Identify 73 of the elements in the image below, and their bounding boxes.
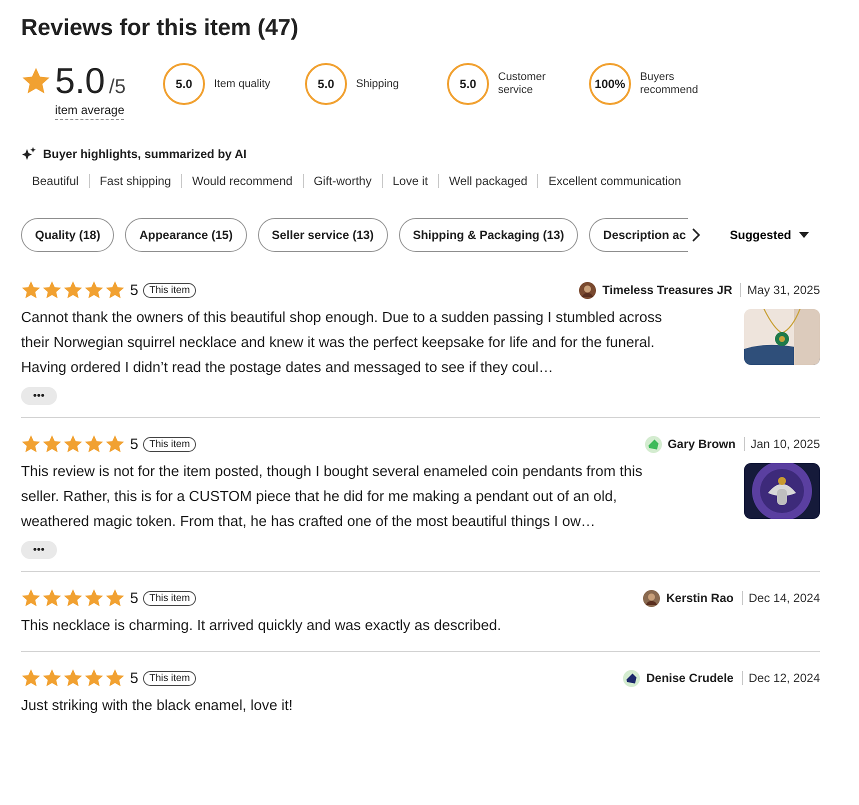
review-date: May 31, 2025 <box>747 283 820 297</box>
rating-number: 5 <box>130 590 138 606</box>
highlight-tag: Love it <box>382 174 438 188</box>
metric-score: 5.0 <box>447 63 489 105</box>
reviewer-name[interactable]: Denise Crudele <box>646 671 743 685</box>
highlight-tag: Well packaged <box>438 174 538 188</box>
star-icon <box>21 588 41 608</box>
average-label[interactable]: item average <box>55 103 124 120</box>
star-icon <box>42 588 62 608</box>
caret-icon <box>799 232 810 238</box>
sort-dropdown[interactable]: Suggested <box>724 227 816 243</box>
avatar-icon <box>644 436 662 452</box>
review-text: This review is not for the item posted, though I bought several enameled coin pendants from this seller. Rather, this is for a CUSTOM piece that he did for me making a pendant out of an old, weathered magic token. From that, he has crafted one of the most beautiful things I ow… <box>21 463 644 532</box>
star-icon <box>63 280 83 300</box>
star-icon <box>42 434 62 454</box>
highlight-tag: Gift-worthy <box>302 174 382 188</box>
avatar-icon <box>623 670 640 686</box>
star-icon <box>84 588 104 608</box>
review-text: Just striking with the black enamel, love it! <box>21 697 294 716</box>
rating-scale: /5 <box>109 76 126 99</box>
metric-score: 5.0 <box>305 63 347 105</box>
item-badge: This item <box>143 590 196 606</box>
highlight-tag: Fast shipping <box>88 174 182 188</box>
star-icon <box>84 280 104 300</box>
filter-chip[interactable]: Quality (18) <box>21 218 114 252</box>
metric-score: 5.0 <box>163 63 205 105</box>
highlight-tag: Excellent communication <box>537 174 692 188</box>
metric-label: Customer service <box>498 71 547 97</box>
filter-chip[interactable]: Appearance (15) <box>125 218 247 252</box>
star-icon <box>105 588 125 608</box>
sparkle-icon <box>21 146 37 162</box>
star-icon <box>84 434 104 454</box>
star-icon <box>63 668 83 688</box>
review-text: Cannot thank the owners of this beautiful shop enough. Due to a sudden passing I stumbled across their Norwegian squirrel necklace and knew it was the perfect keepsake for life and for the funeral. Having ordered I didn’t read the postage dates and messaged to see if they coul… <box>21 309 663 378</box>
metric-label: Item quality <box>214 78 272 90</box>
metric-score: 100% <box>589 63 631 105</box>
filter-chip[interactable]: Seller service (13) <box>258 218 388 252</box>
star-icon <box>21 668 41 688</box>
star-icon <box>105 434 125 454</box>
highlights-heading: Buyer highlights, summarized by AI <box>43 147 247 161</box>
review-date: Jan 10, 2025 <box>750 437 820 451</box>
item-badge: This item <box>143 282 196 298</box>
star-icon <box>105 668 125 688</box>
reviewer-name[interactable]: Timeless Treasures JR <box>602 283 742 297</box>
more-button[interactable]: ••• <box>21 541 57 559</box>
star-icon <box>21 280 41 300</box>
item-badge: This item <box>143 670 196 686</box>
metric-label: Shipping <box>356 78 400 90</box>
metric-label: Buyers recommend <box>640 71 700 97</box>
rating-number: 5 <box>130 282 138 298</box>
review-text: This necklace is charming. It arrived quickly and was exactly as described. <box>21 617 502 636</box>
star-icon <box>42 280 62 300</box>
section-title: Reviews for this item (47) <box>21 14 300 41</box>
rating-number: 5 <box>130 670 138 686</box>
star-icon <box>63 588 83 608</box>
highlight-tag: Would recommend <box>181 174 303 188</box>
star-icon <box>105 280 125 300</box>
reviewer-name[interactable]: Kerstin Rao <box>666 591 743 605</box>
more-button[interactable]: ••• <box>21 387 57 405</box>
rating-number: 5 <box>130 436 138 452</box>
star-icon <box>84 668 104 688</box>
review-date: Dec 12, 2024 <box>748 671 820 685</box>
review-date: Dec 14, 2024 <box>748 591 820 605</box>
star-icon <box>63 434 83 454</box>
average-rating: 5.0 <box>55 63 106 99</box>
filter-chip[interactable]: Shipping & Packaging (13) <box>398 218 578 252</box>
star-icon <box>21 66 51 96</box>
item-badge: This item <box>143 436 196 452</box>
reviewer-name[interactable]: Gary Brown <box>668 437 745 451</box>
star-icon <box>42 668 62 688</box>
filter-chip[interactable]: Description ac <box>589 218 688 252</box>
star-icon <box>21 434 41 454</box>
highlight-tag: Beautiful <box>32 174 89 188</box>
